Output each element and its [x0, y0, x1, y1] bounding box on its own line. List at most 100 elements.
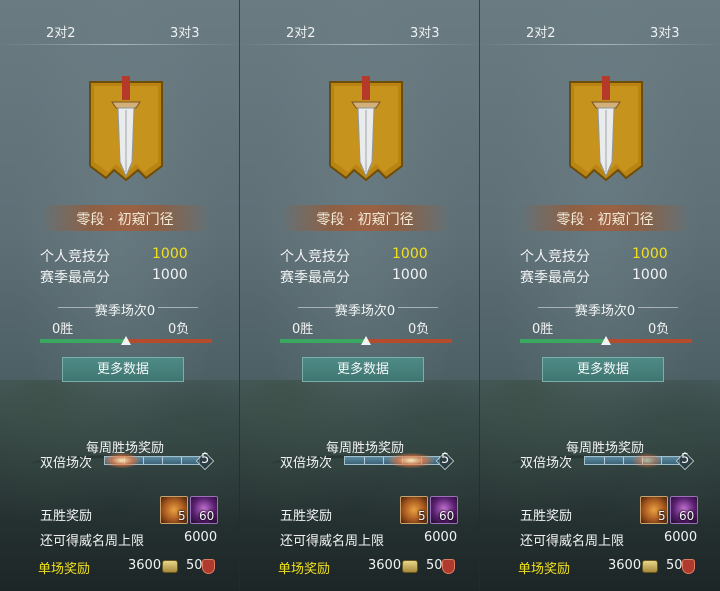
win-bar-fill — [40, 339, 126, 343]
five-win-reward-label: 五胜奖励 — [40, 509, 93, 524]
item-chest-qty: 5 — [178, 509, 186, 523]
stat-season-best: 赛季最高分 1000 — [40, 267, 220, 286]
more-data-button[interactable]: 更多数据 — [302, 357, 424, 382]
loss-bar-fill — [606, 339, 692, 343]
item-chest-qty: 5 — [658, 509, 666, 523]
five-win-reward-label: 五胜奖励 — [280, 509, 333, 524]
single-reward-value-shield: 50 — [426, 558, 443, 573]
sword-banner-icon — [89, 76, 163, 182]
tab-2v2[interactable]: 2对2 — [46, 22, 76, 41]
progress-glow — [388, 453, 434, 468]
shield-icon — [442, 559, 455, 574]
tab-3v3[interactable]: 3对3 — [650, 22, 680, 41]
win-bar-fill — [520, 339, 606, 343]
double-count: 5 — [681, 452, 690, 467]
wins-label: 0胜 — [292, 322, 314, 337]
double-matches-label: 双倍场次 — [280, 456, 333, 471]
stat-personal-score: 个人竞技分 1000 — [520, 246, 700, 265]
five-win-reward-label: 五胜奖励 — [520, 509, 573, 524]
mode-tabs: 2对2 3对3 — [240, 22, 479, 42]
progress-glow — [632, 453, 662, 468]
rank-title: 零段 · 初窥门径 — [76, 212, 174, 228]
season-matches-title: 赛季场次0 — [334, 304, 396, 319]
item-chest-qty: 5 — [418, 509, 426, 523]
arena-panels: 2对2 3对3 零段 · 初窥门径 个人竞技分 1000 赛季最高分 1000 … — [0, 0, 720, 591]
wins-label: 0胜 — [52, 322, 74, 337]
item-gem-qty: 60 — [439, 509, 455, 523]
stat-season-best: 赛季最高分 1000 — [280, 267, 460, 286]
double-count: 5 — [201, 452, 210, 467]
ratio-marker — [121, 336, 131, 345]
wins-label: 0胜 — [532, 322, 554, 337]
stat-label: 个人竞技分 — [520, 249, 590, 265]
stat-value: 1000 — [392, 246, 428, 262]
rank-title: 零段 · 初窥门径 — [316, 212, 414, 228]
weekly-cap-label: 还可得威名周上限 — [40, 534, 145, 549]
stat-value: 1000 — [152, 267, 188, 283]
single-reward-value-shield: 50 — [666, 558, 683, 573]
losses-label: 0负 — [408, 322, 430, 337]
coin-icon — [402, 560, 418, 573]
stat-value: 1000 — [632, 246, 668, 262]
tab-3v3[interactable]: 3对3 — [170, 22, 200, 41]
stat-label: 赛季最高分 — [40, 270, 110, 286]
double-count: 5 — [441, 452, 450, 467]
arena-panel-0: 2对2 3对3 零段 · 初窥门径 个人竞技分 1000 赛季最高分 1000 … — [0, 0, 240, 591]
weekly-cap-value: 6000 — [184, 530, 218, 545]
item-gem-qty: 60 — [199, 509, 215, 523]
loss-bar-fill — [366, 339, 452, 343]
weekly-cap-value: 6000 — [424, 530, 458, 545]
shield-icon — [202, 559, 215, 574]
rank-title: 零段 · 初窥门径 — [556, 212, 654, 228]
ratio-marker — [601, 336, 611, 345]
single-reward-value-shield: 50 — [186, 558, 203, 573]
stat-season-best: 赛季最高分 1000 — [520, 267, 700, 286]
stat-value: 1000 — [392, 267, 428, 283]
stat-label: 个人竞技分 — [280, 249, 350, 265]
tab-2v2[interactable]: 2对2 — [526, 22, 556, 41]
stat-personal-score: 个人竞技分 1000 — [40, 246, 220, 265]
season-matches-title: 赛季场次0 — [94, 304, 156, 319]
single-match-reward-label: 单场奖励 — [278, 562, 331, 577]
single-reward-value-coin: 3600 — [608, 558, 642, 573]
stat-value: 1000 — [152, 246, 188, 262]
loss-bar-fill — [126, 339, 212, 343]
arena-panel-2: 2对2 3对3 零段 · 初窥门径 个人竞技分 1000 赛季最高分 1000 … — [480, 0, 720, 591]
single-reward-value-coin: 3600 — [368, 558, 402, 573]
mode-tabs: 2对2 3对3 — [0, 22, 239, 42]
stat-label: 赛季最高分 — [280, 270, 350, 286]
losses-label: 0负 — [648, 322, 670, 337]
progress-glow — [104, 453, 140, 468]
stat-label: 赛季最高分 — [520, 270, 590, 286]
arena-panel-1: 2对2 3对3 零段 · 初窥门径 个人竞技分 1000 赛季最高分 1000 … — [240, 0, 480, 591]
coin-icon — [642, 560, 658, 573]
single-match-reward-label: 单场奖励 — [518, 562, 571, 577]
losses-label: 0负 — [168, 322, 190, 337]
tab-3v3[interactable]: 3对3 — [410, 22, 440, 41]
shield-icon — [682, 559, 695, 574]
more-data-button[interactable]: 更多数据 — [542, 357, 664, 382]
more-data-button[interactable]: 更多数据 — [62, 357, 184, 382]
double-matches-label: 双倍场次 — [520, 456, 573, 471]
single-reward-value-coin: 3600 — [128, 558, 162, 573]
weekly-cap-label: 还可得威名周上限 — [520, 534, 625, 549]
stat-value: 1000 — [632, 267, 668, 283]
mode-tabs: 2对2 3对3 — [480, 22, 720, 42]
single-match-reward-label: 单场奖励 — [38, 562, 91, 577]
item-gem-qty: 60 — [679, 509, 695, 523]
weekly-cap-value: 6000 — [664, 530, 698, 545]
sword-banner-icon — [569, 76, 643, 182]
tab-divider — [480, 44, 720, 45]
win-bar-fill — [280, 339, 366, 343]
coin-icon — [162, 560, 178, 573]
season-matches-title: 赛季场次0 — [574, 304, 636, 319]
tab-divider — [0, 44, 239, 45]
stat-personal-score: 个人竞技分 1000 — [280, 246, 460, 265]
double-matches-label: 双倍场次 — [40, 456, 93, 471]
sword-banner-icon — [329, 76, 403, 182]
tab-2v2[interactable]: 2对2 — [286, 22, 316, 41]
tab-divider — [240, 44, 479, 45]
weekly-cap-label: 还可得威名周上限 — [280, 534, 385, 549]
ratio-marker — [361, 336, 371, 345]
stat-label: 个人竞技分 — [40, 249, 110, 265]
